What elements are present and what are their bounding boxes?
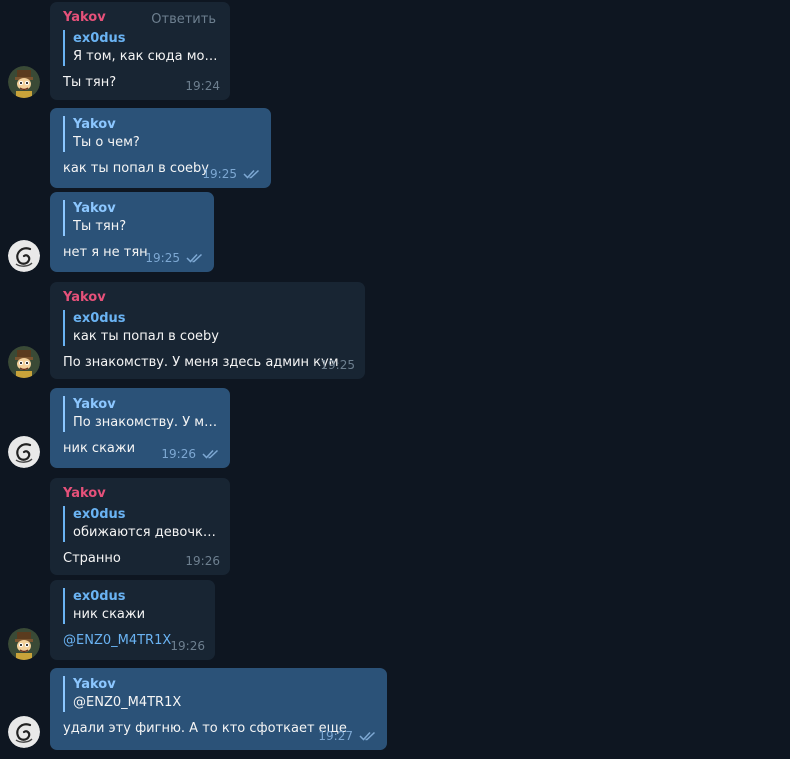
quote-text: Ты тян? (73, 219, 127, 234)
reply-quote[interactable]: ex0dus ник скажи (63, 588, 205, 624)
quote-author: ex0dus (73, 589, 126, 604)
message-bubble[interactable]: Yakov Ты тян? нет я не тян 19:25 (50, 192, 214, 272)
quote-text: как ты попал в coeby (73, 329, 219, 344)
double-check-icon (186, 253, 204, 263)
message-bubble[interactable]: Yakov ex0dus как ты попал в coeby По зна… (50, 282, 365, 379)
message-bubble[interactable]: ex0dus ник скажи @ENZ0_M4TR1X 19:26 (50, 580, 215, 660)
quote-text: Ты о чем? (73, 135, 140, 150)
message-time: 19:25 (320, 358, 355, 372)
message-bubble[interactable]: Yakov ex0dus обижаются девочки, ... Стра… (50, 478, 230, 575)
reply-quote[interactable]: Yakov @ENZ0_M4TR1X (63, 676, 377, 712)
reply-quote[interactable]: ex0dus Я том, как сюда мог п... (63, 30, 220, 66)
quote-author: Yakov (73, 201, 116, 216)
quote-text: Я том, как сюда мог п... (73, 49, 220, 64)
cartoon-avatar-icon[interactable] (8, 346, 40, 378)
quote-author: ex0dus (73, 507, 126, 522)
reply-quote[interactable]: ex0dus обижаются девочки, ... (63, 506, 220, 542)
message-time: 19:25 (202, 167, 237, 181)
message-time: 19:26 (161, 447, 196, 461)
swirl-avatar-icon[interactable] (8, 240, 40, 272)
quote-text: По знакомству. У мен... (73, 415, 220, 430)
sender-name[interactable]: Yakov (63, 486, 220, 506)
swirl-avatar-icon[interactable] (8, 436, 40, 468)
double-check-icon (202, 449, 220, 459)
quote-author: ex0dus (73, 311, 126, 326)
message-time: 19:25 (145, 251, 180, 265)
message-bubble[interactable]: Yakov @ENZ0_M4TR1X удали эту фигню. А то… (50, 668, 387, 750)
message-bubble[interactable]: Yakov По знакомству. У мен... ник скажи … (50, 388, 230, 468)
quote-author: Yakov (73, 397, 116, 412)
quote-author: Yakov (73, 117, 116, 132)
quote-author: ex0dus (73, 31, 126, 46)
quote-author: Yakov (73, 677, 116, 692)
reply-quote[interactable]: Yakov Ты тян? (63, 200, 204, 236)
sender-name[interactable]: Yakov (63, 290, 355, 310)
double-check-icon (359, 731, 377, 741)
reply-quote[interactable]: ex0dus как ты попал в coeby (63, 310, 355, 346)
double-check-icon (243, 169, 261, 179)
reply-button[interactable]: Ответить (151, 12, 216, 27)
message-time: 19:27 (318, 729, 353, 743)
quote-text: @ENZ0_M4TR1X (73, 695, 182, 710)
reply-quote[interactable]: Yakov Ты о чем? (63, 116, 261, 152)
message-text: По знакомству. У меня здесь админ кум (63, 355, 339, 370)
cartoon-avatar-icon[interactable] (8, 628, 40, 660)
message-time: 19:24 (185, 79, 220, 93)
message-time: 19:26 (185, 554, 220, 568)
message-time: 19:26 (170, 639, 205, 653)
quote-text: ник скажи (73, 607, 146, 622)
reply-quote[interactable]: Yakov По знакомству. У мен... (63, 396, 220, 432)
cartoon-avatar-icon[interactable] (8, 66, 40, 98)
quote-text: обижаются девочки, ... (73, 525, 220, 540)
message-bubble[interactable]: Yakov Ответить ex0dus Я том, как сюда мо… (50, 2, 230, 100)
swirl-avatar-icon[interactable] (8, 716, 40, 748)
message-bubble[interactable]: Yakov Ты о чем? как ты попал в coeby 19:… (50, 108, 271, 188)
